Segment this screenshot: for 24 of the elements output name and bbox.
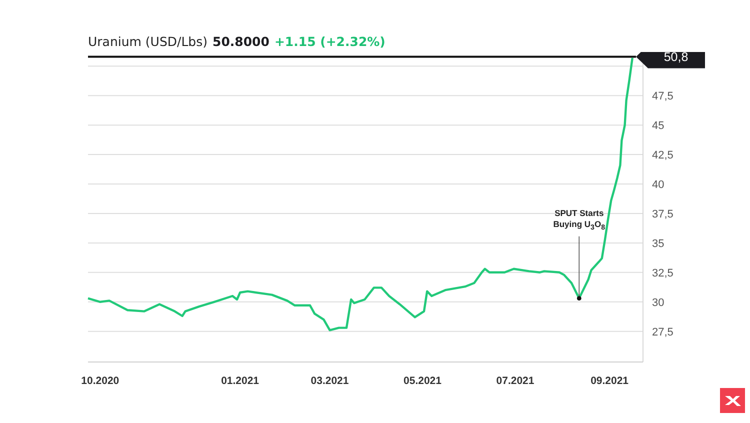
annotation-label: SPUT Starts Buying U$_{3}$O$_{8}$ bbox=[552, 208, 606, 232]
leader-line bbox=[578, 236, 580, 297]
instrument-name: Uranium (USD/Lbs) bbox=[88, 34, 208, 49]
axis-label: 40 bbox=[652, 179, 664, 192]
axis-label: 32,5 bbox=[652, 267, 674, 280]
axis-label: 27,5 bbox=[652, 326, 674, 338]
ref-line-label: 50,8 bbox=[664, 50, 688, 64]
axis-label: 07.2021 bbox=[496, 375, 534, 387]
axis-label: 10.2020 bbox=[81, 375, 120, 387]
axis-label: 35 bbox=[652, 238, 664, 250]
axis-label: 01.2021 bbox=[221, 375, 260, 387]
axis-label: 45 bbox=[652, 120, 664, 132]
price-change: +1.15 (+2.32%) bbox=[274, 34, 386, 49]
data-point-marker bbox=[576, 296, 582, 301]
axis-label: 09.2021 bbox=[590, 375, 629, 387]
axis-label: 03.2021 bbox=[310, 375, 349, 387]
axis-label: 05.2021 bbox=[404, 375, 442, 387]
axis-label: 37,5 bbox=[652, 208, 674, 220]
axis-label: 47,5 bbox=[652, 90, 674, 103]
logo-icon bbox=[720, 388, 745, 413]
axis-label: 30 bbox=[652, 296, 664, 309]
axis-label: 42,5 bbox=[652, 150, 674, 162]
price-tag: 50,8 bbox=[636, 52, 705, 68]
price-value: 50.8000 bbox=[212, 34, 270, 49]
